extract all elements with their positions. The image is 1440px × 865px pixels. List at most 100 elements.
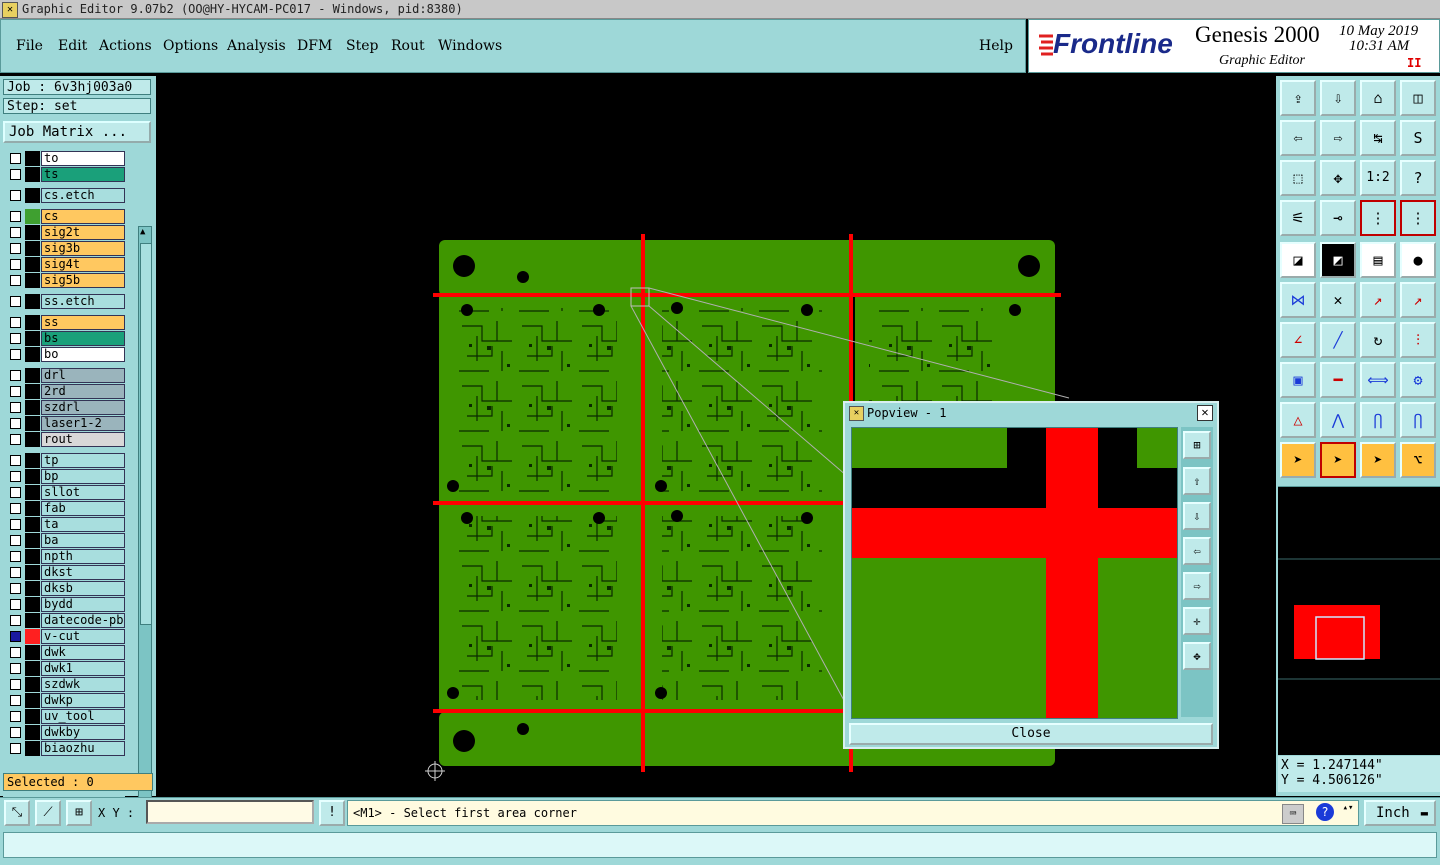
menu-options[interactable]: Options (163, 38, 218, 54)
layer-row[interactable]: v-cut (3, 629, 125, 644)
menu-step[interactable]: Step (346, 38, 378, 54)
layer-checkbox[interactable] (10, 455, 21, 466)
layer-row[interactable]: fab (3, 501, 125, 516)
layer-row[interactable]: tp (3, 453, 125, 468)
layer-name[interactable]: to (41, 151, 125, 166)
popview-app-icon[interactable]: ✕ (849, 406, 864, 421)
layer-row[interactable]: bo (3, 347, 125, 362)
layer-name[interactable]: bydd (41, 597, 125, 612)
zoom-fit-icon[interactable]: ⬚ (1280, 160, 1316, 196)
copy-feature-icon[interactable]: ↗ (1400, 282, 1436, 318)
app-icon[interactable]: ✕ (2, 2, 18, 18)
layer-row[interactable]: sig3b (3, 241, 125, 256)
popview-zoom-window-icon[interactable]: ⊞ (1183, 431, 1211, 459)
select-box-pointer-icon[interactable]: ➤ (1320, 442, 1356, 478)
split-feature-icon[interactable]: ⫶ (1400, 322, 1436, 358)
connect-icon[interactable]: ⋈ (1280, 282, 1316, 318)
layer-name[interactable]: sllot (41, 485, 125, 500)
layer-row[interactable]: ta (3, 517, 125, 532)
layer-checkbox[interactable] (10, 190, 21, 201)
pan-right-icon[interactable]: ⇨ (1320, 120, 1356, 156)
arch-tool-icon[interactable]: ⋂ (1360, 402, 1396, 438)
unit-selector[interactable]: Inch ▬ (1364, 800, 1436, 826)
layer-row[interactable]: dwk1 (3, 661, 125, 676)
popview-close-button[interactable]: Close (849, 723, 1213, 745)
probe-icon[interactable]: ⊸ (1320, 200, 1356, 236)
layer-row[interactable]: sig5b (3, 273, 125, 288)
layer-name[interactable]: bp (41, 469, 125, 484)
layer-name[interactable]: dwk (41, 645, 125, 660)
layer-checkbox[interactable] (10, 631, 21, 642)
layer-checkbox[interactable] (10, 227, 21, 238)
layer-color-swatch[interactable] (25, 565, 40, 580)
layer-checkbox[interactable] (10, 418, 21, 429)
overview-minimap[interactable] (1278, 486, 1440, 755)
layer-name[interactable]: laser1-2 (41, 416, 125, 431)
home-view-icon[interactable]: ⌂ (1360, 80, 1396, 116)
layer-row[interactable]: cs.etch (3, 188, 125, 203)
layer-checkbox[interactable] (10, 551, 21, 562)
menu-actions[interactable]: Actions (99, 38, 152, 54)
layer-checkbox[interactable] (10, 583, 21, 594)
add-feature-icon[interactable]: ◪ (1280, 242, 1316, 278)
layer-row[interactable]: ss.etch (3, 294, 125, 309)
layer-checkbox[interactable] (10, 519, 21, 530)
pad-select-icon[interactable]: ● (1400, 242, 1436, 278)
layer-row[interactable]: to (3, 151, 125, 166)
zoom-area-icon[interactable]: ⤡ (4, 800, 30, 826)
layer-checkbox[interactable] (10, 663, 21, 674)
layer-color-swatch[interactable] (25, 347, 40, 362)
layer-row[interactable]: sig2t (3, 225, 125, 240)
layer-scrollbar[interactable]: ▲ ▼ (138, 226, 152, 846)
layer-name[interactable]: dwk1 (41, 661, 125, 676)
measure-tool-icon[interactable]: ⚟ (1280, 200, 1316, 236)
layer-name[interactable]: 2rd (41, 384, 125, 399)
layer-color-swatch[interactable] (25, 549, 40, 564)
layer-color-swatch[interactable] (25, 453, 40, 468)
layer-checkbox[interactable] (10, 647, 21, 658)
layer-name[interactable]: dwkby (41, 725, 125, 740)
layer-row[interactable]: dwk (3, 645, 125, 660)
slash-line-icon[interactable]: ╱ (1320, 322, 1356, 358)
layer-row[interactable]: rout (3, 432, 125, 447)
layer-row[interactable]: szdrl (3, 400, 125, 415)
layer-name[interactable]: dwkp (41, 693, 125, 708)
help-query-icon[interactable]: ? (1400, 160, 1436, 196)
layer-name[interactable]: bo (41, 347, 125, 362)
layer-color-swatch[interactable] (25, 517, 40, 532)
popview-close-icon[interactable]: ✕ (1197, 405, 1213, 421)
popview-zoom-in-icon[interactable]: ✛ (1183, 607, 1211, 635)
layer-checkbox[interactable] (10, 711, 21, 722)
select-pointer-icon[interactable]: ➤ (1280, 442, 1316, 478)
layer-color-swatch[interactable] (25, 188, 40, 203)
command-input[interactable] (3, 832, 1437, 858)
resize-icon[interactable]: ⟺ (1360, 362, 1396, 398)
menu-windows[interactable]: Windows (438, 38, 502, 54)
zoom-center-icon[interactable]: ✥ (1320, 160, 1356, 196)
layer-row[interactable]: bp (3, 469, 125, 484)
layer-name[interactable]: szdwk (41, 677, 125, 692)
layer-checkbox[interactable] (10, 599, 21, 610)
layer-color-swatch[interactable] (25, 533, 40, 548)
zoom-home-icon[interactable]: ⇪ (1280, 80, 1316, 116)
layer-checkbox[interactable] (10, 333, 21, 344)
layer-name[interactable]: sig2t (41, 225, 125, 240)
ruler-icon[interactable]: ▤ (1360, 242, 1396, 278)
net-highlight-icon[interactable]: ⋮ (1360, 200, 1396, 236)
grid-snap-icon[interactable]: ⊞ (66, 800, 92, 826)
layer-row[interactable]: dksb (3, 581, 125, 596)
layer-color-swatch[interactable] (25, 151, 40, 166)
select-net-pointer-icon[interactable]: ➤ (1360, 442, 1396, 478)
help-icon[interactable]: ? (1316, 803, 1334, 821)
layer-color-swatch[interactable] (25, 741, 40, 756)
layer-color-swatch[interactable] (25, 167, 40, 182)
layer-checkbox[interactable] (10, 487, 21, 498)
xy-input[interactable] (146, 800, 314, 824)
redraw-icon[interactable]: S (1400, 120, 1436, 156)
layer-row[interactable]: ss (3, 315, 125, 330)
angle-icon[interactable]: ∠ (1280, 322, 1316, 358)
layer-checkbox[interactable] (10, 370, 21, 381)
route-pointer-icon[interactable]: ⌥ (1400, 442, 1436, 478)
layer-row[interactable]: sllot (3, 485, 125, 500)
layer-name[interactable]: ts (41, 167, 125, 182)
